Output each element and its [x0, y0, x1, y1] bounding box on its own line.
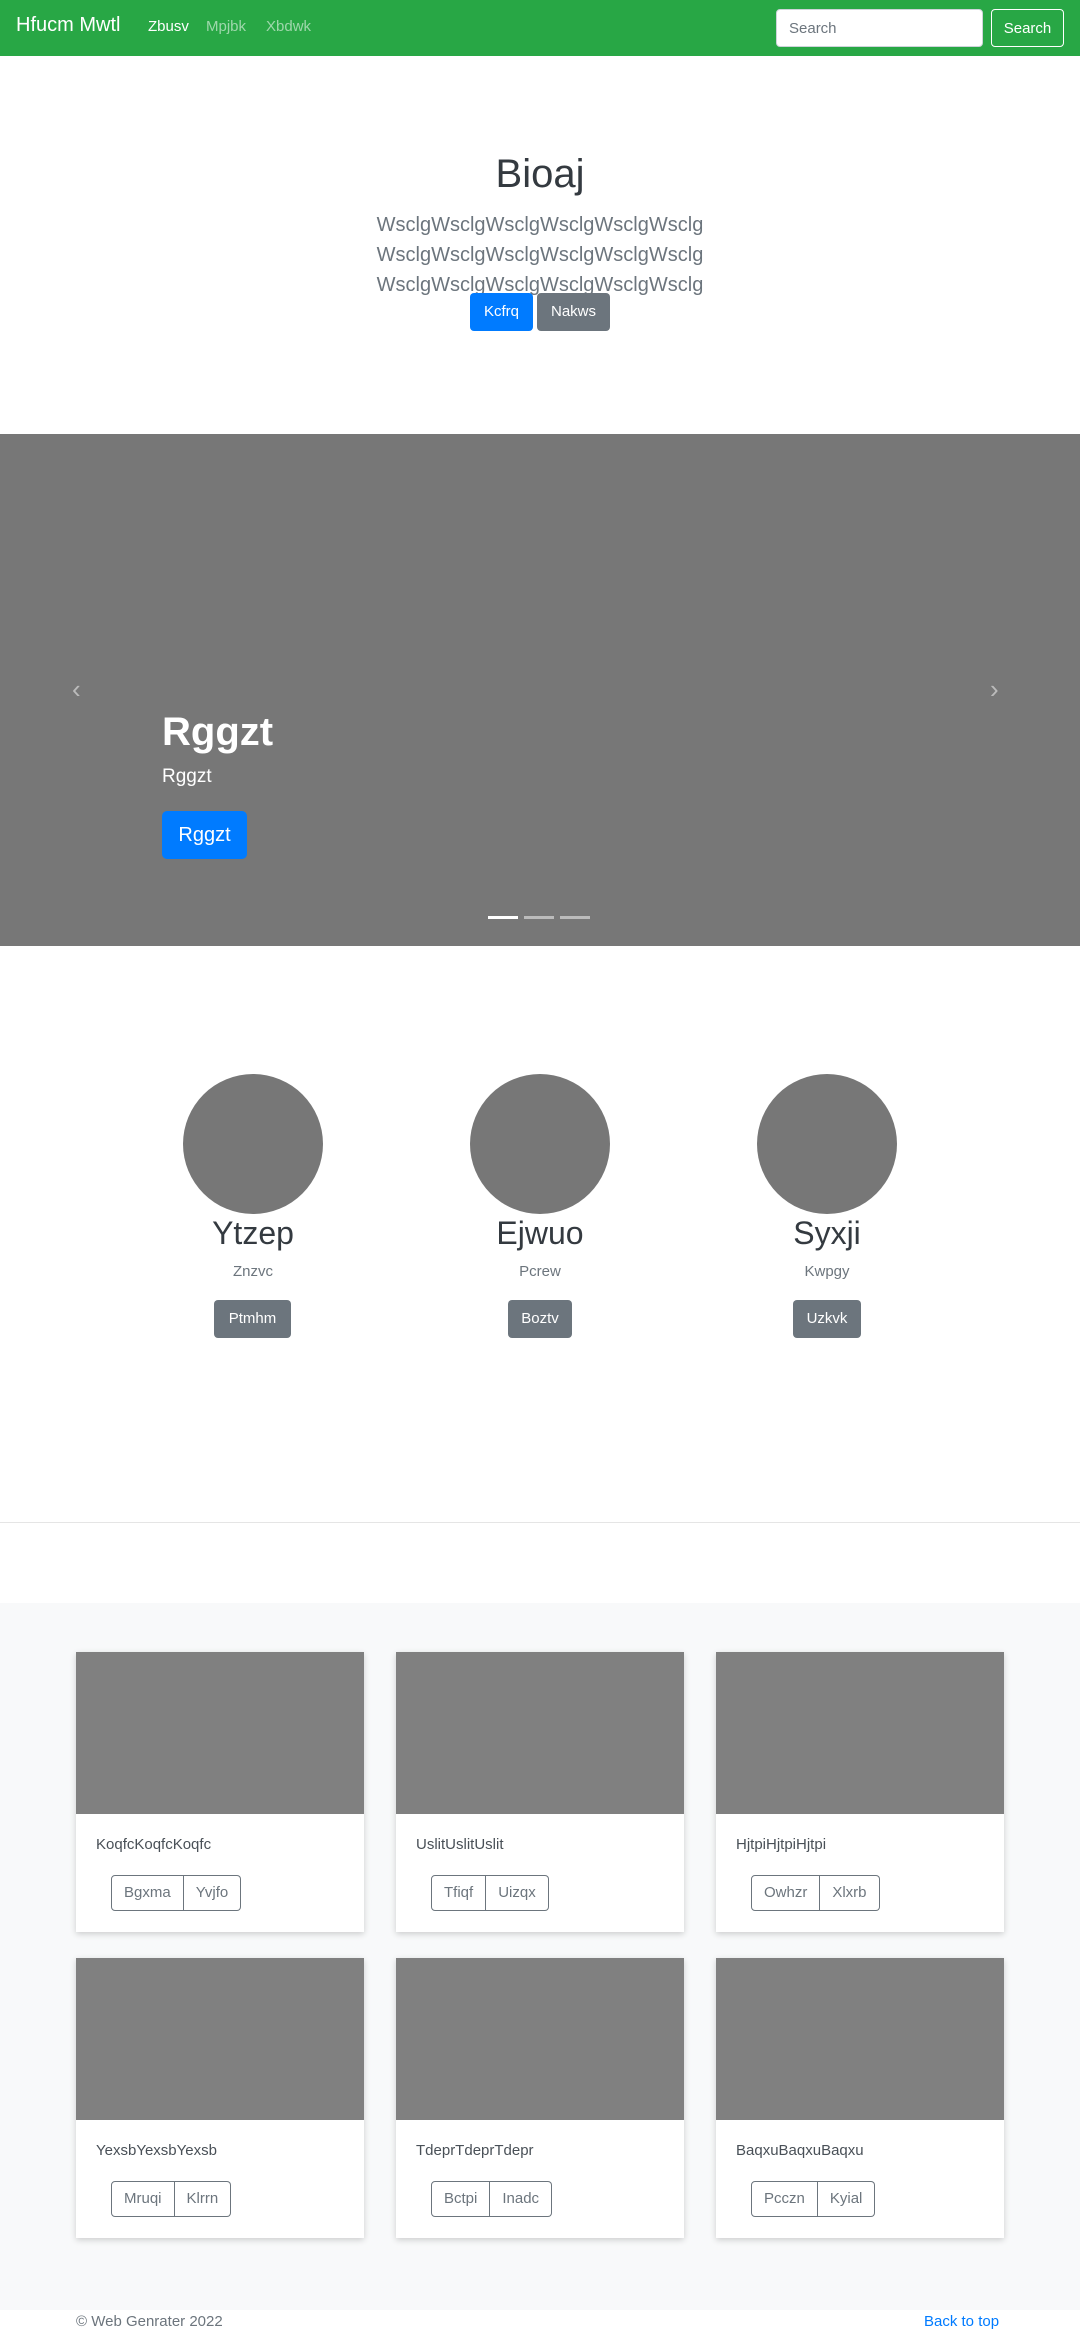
- carousel-indicator-1[interactable]: [488, 916, 518, 919]
- card-6-button-2[interactable]: Kyial: [817, 2181, 876, 2217]
- card-5-button-1[interactable]: Bctpi: [431, 2181, 491, 2217]
- card-image-1: [76, 1652, 364, 1814]
- marketing-text-3: Kwpgy: [804, 1263, 850, 1280]
- card-button-group-2: Tfiqf Uizqx: [431, 1875, 549, 1911]
- card-4-button-1[interactable]: Mruqi: [111, 2181, 175, 2217]
- card-image-4: [76, 1958, 364, 2120]
- chevron-left-icon[interactable]: ‹: [72, 674, 81, 705]
- card-3: HjtpiHjtpiHjtpi Owhzr Xlxrb: [716, 1652, 1004, 1932]
- carousel-heading: Rggzt: [162, 710, 274, 754]
- carousel-indicators: [488, 916, 592, 919]
- nav-link-xbdwk[interactable]: Xbdwk: [266, 18, 311, 35]
- marketing-text-2: Pcrew: [519, 1263, 561, 1280]
- card-5-button-2[interactable]: Inadc: [490, 2181, 553, 2217]
- marketing-button-1[interactable]: Ptmhm: [214, 1300, 291, 1338]
- card-text-6: BaqxuBaqxuBaqxu: [736, 2142, 864, 2159]
- card-image-3: [716, 1652, 1004, 1814]
- card-2-button-2[interactable]: Uizqx: [486, 1875, 549, 1911]
- section-divider: [0, 1522, 1080, 1523]
- navbar-brand[interactable]: Hfucm Mwtl: [16, 14, 120, 37]
- jumbotron-title: Bioaj: [495, 152, 585, 196]
- card-5: TdeprTdeprTdepr Bctpi Inadc: [396, 1958, 684, 2238]
- nav-link-mpjbk[interactable]: Mpjbk: [206, 18, 246, 35]
- card-3-button-2[interactable]: Xlxrb: [820, 1875, 880, 1911]
- nav-link-zbusv[interactable]: Zbusv: [148, 18, 189, 35]
- card-2: UslitUslitUslit Tfiqf Uizqx: [396, 1652, 684, 1932]
- card-text-5: TdeprTdeprTdepr: [416, 2142, 534, 2159]
- jumbotron-secondary-button[interactable]: Nakws: [537, 293, 610, 331]
- card-1: KoqfcKoqfcKoqfc Bgxma Yvjfo: [76, 1652, 364, 1932]
- card-3-button-1[interactable]: Owhzr: [751, 1875, 821, 1911]
- card-button-group-3: Owhzr Xlxrb: [751, 1875, 880, 1911]
- card-6-button-1[interactable]: Pcczn: [751, 2181, 818, 2217]
- jumbotron-primary-button[interactable]: Kcfrq: [470, 293, 533, 331]
- carousel-button[interactable]: Rggzt: [162, 811, 247, 859]
- card-button-group-4: Mruqi Klrrn: [111, 2181, 232, 2217]
- carousel-caption: Rggzt: [162, 766, 212, 787]
- card-4-button-2[interactable]: Klrrn: [174, 2181, 232, 2217]
- card-1-button-2[interactable]: Yvjfo: [183, 1875, 242, 1911]
- carousel-indicator-3[interactable]: [560, 916, 590, 919]
- card-4: YexsbYexsbYexsb Mruqi Klrrn: [76, 1958, 364, 2238]
- card-image-2: [396, 1652, 684, 1814]
- carousel: ‹ › Rggzt Rggzt Rggzt: [0, 434, 1080, 946]
- marketing-heading-2: Ejwuo: [496, 1215, 584, 1251]
- card-image-5: [396, 1958, 684, 2120]
- marketing-heading-3: Syxji: [793, 1215, 861, 1251]
- card-text-3: HjtpiHjtpiHjtpi: [736, 1836, 827, 1853]
- marketing-avatar-1: [183, 1074, 323, 1214]
- card-button-group-6: Pcczn Kyial: [751, 2181, 876, 2217]
- jumbotron-lead: WsclgWsclgWsclgWsclgWsclgWsclg WsclgWscl…: [376, 214, 704, 296]
- marketing-button-3[interactable]: Uzkvk: [793, 1300, 861, 1338]
- card-button-group-1: Bgxma Yvjfo: [111, 1875, 242, 1911]
- back-to-top-link[interactable]: Back to top: [924, 2313, 999, 2330]
- marketing-text-1: Znzvc: [232, 1263, 273, 1280]
- card-text-1: KoqfcKoqfcKoqfc: [96, 1836, 212, 1853]
- footer-copyright: © Web Genrater 2022: [76, 2313, 223, 2330]
- card-text-2: UslitUslitUslit: [416, 1836, 504, 1853]
- marketing-heading-1: Ytzep: [212, 1215, 294, 1251]
- search-input[interactable]: [776, 9, 983, 47]
- marketing-button-2[interactable]: Boztv: [508, 1300, 572, 1338]
- card-1-button-1[interactable]: Bgxma: [111, 1875, 184, 1911]
- search-button[interactable]: Search: [991, 9, 1064, 47]
- card-6: BaqxuBaqxuBaqxu Pcczn Kyial: [716, 1958, 1004, 2238]
- card-image-6: [716, 1958, 1004, 2120]
- card-button-group-5: Bctpi Inadc: [431, 2181, 553, 2217]
- album-section: KoqfcKoqfcKoqfc Bgxma Yvjfo UslitUslitUs…: [0, 1603, 1080, 2310]
- card-2-button-1[interactable]: Tfiqf: [431, 1875, 487, 1911]
- card-text-4: YexsbYexsbYexsb: [96, 2142, 217, 2159]
- navbar: Hfucm Mwtl Zbusv Mpjbk Xbdwk Search: [0, 0, 1080, 56]
- chevron-right-icon[interactable]: ›: [990, 674, 999, 705]
- marketing-avatar-3: [757, 1074, 897, 1214]
- carousel-indicator-2[interactable]: [524, 916, 554, 919]
- marketing-avatar-2: [470, 1074, 610, 1214]
